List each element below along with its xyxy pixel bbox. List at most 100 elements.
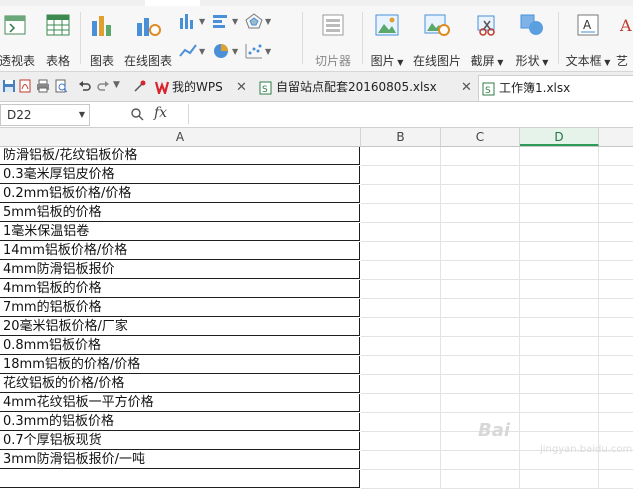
cell-d[interactable] (520, 356, 599, 375)
print-preview-icon[interactable] (54, 79, 68, 93)
cell-c[interactable] (441, 204, 520, 223)
cell-e[interactable] (599, 204, 633, 223)
cell-d[interactable] (520, 337, 599, 356)
radar-chart-icon[interactable] (244, 12, 264, 30)
cell-c[interactable] (441, 394, 520, 413)
chevron-down-icon[interactable]: ▼ (265, 47, 271, 56)
cell-a[interactable]: 0.8mm铝板价格 (0, 337, 360, 355)
chevron-down-icon[interactable]: ▼ (232, 47, 238, 56)
bar-horizontal-icon[interactable] (211, 12, 231, 30)
cell-d[interactable] (520, 223, 599, 242)
cell-d[interactable] (520, 185, 599, 204)
cell-c[interactable] (441, 166, 520, 185)
cell-b[interactable] (361, 147, 441, 166)
cell-b[interactable] (361, 432, 441, 451)
cell-c[interactable] (441, 280, 520, 299)
tab-workbook-1[interactable]: S 工作簿1.xlsx (478, 75, 633, 101)
cell-a[interactable]: 0.2mm铝板价格/价格 (0, 185, 360, 203)
zoom-search-icon[interactable] (130, 107, 144, 121)
table-button[interactable]: 表格 (40, 8, 76, 68)
cell-e[interactable] (599, 185, 633, 204)
cell-b[interactable] (361, 223, 441, 242)
column-chart-icon[interactable] (178, 12, 198, 30)
chevron-down-icon[interactable]: ▼ (232, 17, 238, 26)
cell-c[interactable] (441, 451, 520, 470)
cell-c[interactable] (441, 299, 520, 318)
cell-d[interactable] (520, 394, 599, 413)
redo-icon[interactable] (96, 79, 110, 93)
chart-button[interactable]: 图表 (84, 8, 120, 68)
cell-c[interactable] (441, 337, 520, 356)
cell-e[interactable] (599, 394, 633, 413)
cell-d[interactable] (520, 261, 599, 280)
cell-c[interactable] (441, 242, 520, 261)
cell-d[interactable] (520, 147, 599, 166)
insert-function-button[interactable]: fx (154, 105, 167, 121)
cell-d[interactable] (520, 299, 599, 318)
cell-d[interactable] (520, 204, 599, 223)
cell-e[interactable] (599, 147, 633, 166)
cell-a[interactable]: 3mm防滑铝板报价/一吨 (0, 451, 360, 469)
cell-b[interactable] (361, 280, 441, 299)
cell-a[interactable]: 0.3毫米厚铝皮价格 (0, 166, 360, 184)
cell-c[interactable] (441, 261, 520, 280)
cell-d[interactable] (520, 166, 599, 185)
cell-b[interactable] (361, 185, 441, 204)
cell-b[interactable] (361, 375, 441, 394)
pin-icon[interactable] (133, 79, 147, 93)
cell-b[interactable] (361, 356, 441, 375)
tab-insert[interactable] (145, 0, 200, 6)
undo-icon[interactable] (78, 79, 92, 93)
cell-a[interactable]: 7mm的铝板价格 (0, 299, 360, 317)
column-header-d[interactable]: D (520, 128, 599, 146)
column-header-c[interactable]: C (441, 128, 520, 146)
cell-e[interactable] (599, 280, 633, 299)
cell-e[interactable] (599, 375, 633, 394)
cell-e[interactable] (599, 242, 633, 261)
cell-a[interactable]: 花纹铝板的价格/价格 (0, 375, 360, 393)
cell-b[interactable] (361, 337, 441, 356)
textbox-button[interactable]: A 文本框 ▼ (562, 8, 614, 68)
formula-input[interactable] (188, 104, 633, 124)
screenshot-button[interactable]: 截屏 ▼ (466, 8, 508, 68)
cell-a[interactable]: 4mm铝板的价格 (0, 280, 360, 298)
chevron-down-icon[interactable]: ▼ (265, 17, 271, 26)
shapes-button[interactable]: 形状 ▼ (510, 8, 554, 68)
online-chart-button[interactable]: 在线图表 (122, 8, 174, 68)
cell-d[interactable] (520, 470, 599, 489)
tab-workbook-20160805[interactable]: S 自留站点配套20160805.xlsx ✕ (256, 75, 478, 100)
cell-a[interactable]: 4mm花纹铝板一平方价格 (0, 394, 360, 412)
cell-c[interactable] (441, 470, 520, 489)
slicer-button[interactable]: 切片器 (308, 8, 358, 68)
cell-c[interactable] (441, 223, 520, 242)
cell-c[interactable] (441, 318, 520, 337)
chevron-down-icon[interactable]: ▼ (199, 17, 205, 26)
cell-b[interactable] (361, 451, 441, 470)
cell-d[interactable] (520, 318, 599, 337)
cell-e[interactable] (599, 318, 633, 337)
cell-e[interactable] (599, 470, 633, 489)
cell-c[interactable] (441, 356, 520, 375)
cell-b[interactable] (361, 261, 441, 280)
column-header-e[interactable] (599, 128, 633, 146)
cell-b[interactable] (361, 318, 441, 337)
cell-a[interactable]: 0.3mm的铝板价格 (0, 413, 360, 431)
close-icon[interactable]: ✕ (236, 75, 247, 100)
print-icon[interactable] (36, 79, 50, 93)
cell-b[interactable] (361, 242, 441, 261)
cell-e[interactable] (599, 261, 633, 280)
line-chart-icon[interactable] (178, 42, 198, 60)
cell-c[interactable] (441, 375, 520, 394)
cell-e[interactable] (599, 299, 633, 318)
column-header-b[interactable]: B (361, 128, 441, 146)
close-icon[interactable]: ✕ (461, 75, 472, 100)
chevron-down-icon[interactable]: ▼ (79, 105, 85, 125)
cell-a[interactable] (0, 470, 360, 488)
tab-my-wps[interactable]: 我的WPS ✕ (152, 75, 252, 100)
cell-b[interactable] (361, 413, 441, 432)
scatter-chart-icon[interactable] (244, 42, 264, 60)
quick-access-dropdown-icon[interactable]: ▼ (113, 80, 120, 90)
cell-b[interactable] (361, 470, 441, 489)
picture-button[interactable]: 图片 ▼ (366, 8, 408, 68)
cell-b[interactable] (361, 299, 441, 318)
